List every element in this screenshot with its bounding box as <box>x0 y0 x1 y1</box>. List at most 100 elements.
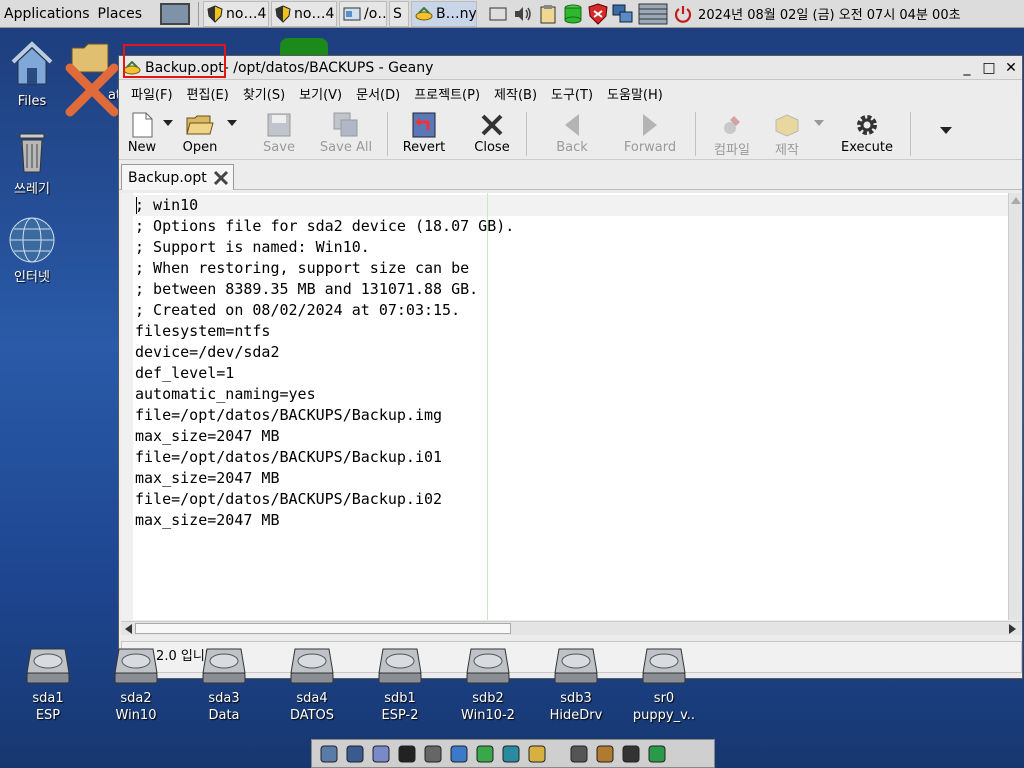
revert-button[interactable]: Revert <box>394 108 454 158</box>
forward-button[interactable]: Forward <box>611 108 689 158</box>
close-button[interactable]: Close <box>464 108 520 158</box>
drive-icon-sda2[interactable]: sda2 Win10 <box>96 645 176 724</box>
drive-volume-label: DATOS <box>289 708 335 723</box>
drive-volume-label: puppy_v.. <box>632 708 696 723</box>
scroll-up-icon[interactable] <box>1010 195 1022 205</box>
power-icon[interactable] <box>672 3 694 25</box>
hard-drive-icon <box>290 648 334 684</box>
drive-device-label: sdb2 <box>472 691 504 706</box>
refresh-icon[interactable] <box>646 743 668 765</box>
desktop-icon-internet[interactable]: 인터넷 <box>0 216 72 286</box>
clipboard-icon[interactable] <box>537 3 559 25</box>
build-dropdown-arrow[interactable] <box>812 108 826 138</box>
taskbar-item-label: no…4 <box>294 5 335 22</box>
execute-button[interactable]: Execute <box>834 108 900 158</box>
edit-icon[interactable] <box>526 743 548 765</box>
menu-file[interactable]: 파일(F) <box>125 84 181 103</box>
build-button[interactable]: 제작 <box>762 108 812 158</box>
chat-icon[interactable] <box>370 743 392 765</box>
spreadsheet-icon[interactable] <box>474 743 496 765</box>
applications-menu[interactable]: Applications <box>0 0 94 27</box>
drive-icon-sda4[interactable]: sda4 DATOS <box>272 645 352 724</box>
open-dropdown-arrow[interactable] <box>225 108 239 138</box>
toolbar-overflow-arrow[interactable] <box>939 108 953 152</box>
workspace-pager[interactable] <box>160 2 191 25</box>
drive-icon-sda3[interactable]: sda3 Data <box>184 645 264 724</box>
drive-icon-sdb3[interactable]: sdb3 HideDrv <box>536 645 616 724</box>
places-menu[interactable]: Places <box>94 0 147 27</box>
menu-project[interactable]: 프로젝트(P) <box>408 84 488 103</box>
save-all-button[interactable]: Save All <box>311 108 381 158</box>
taskbar-item-3[interactable]: /o… <box>339 0 388 27</box>
terminal-icon[interactable] <box>396 743 418 765</box>
save-button[interactable]: Save <box>247 108 311 158</box>
minimize-button[interactable]: _ <box>956 57 978 79</box>
scrollbar-thumb[interactable] <box>135 623 511 634</box>
tab-backup-opt[interactable]: Backup.opt <box>121 164 234 190</box>
editor-area[interactable]: ; win10 ; Options file for sda2 device (1… <box>121 193 1008 620</box>
horizontal-scrollbar[interactable] <box>121 621 1022 635</box>
drive-device-label: sdb1 <box>384 691 416 706</box>
code-text: ; win10 ; Options file for sda2 device (1… <box>135 195 514 531</box>
open-button[interactable]: Open <box>175 108 225 158</box>
taskbar-item-1[interactable]: no…4 <box>203 0 270 27</box>
taskbar-item-4[interactable]: S <box>389 0 410 27</box>
back-button[interactable]: Back <box>533 108 611 158</box>
firewall-icon[interactable] <box>587 2 609 25</box>
menu-document[interactable]: 문서(D) <box>350 84 408 103</box>
drive-icon[interactable] <box>562 3 584 25</box>
drive-icon-sda1[interactable]: sda1 ESP <box>8 645 88 724</box>
printer-icon[interactable] <box>422 743 444 765</box>
revert-icon <box>412 112 436 138</box>
drive-device-label: sda1 <box>32 691 64 706</box>
taskbar-item-2[interactable]: no…4 <box>271 0 338 27</box>
clock[interactable]: 2024년 08월 02일 (금) 오전 07시 04분 00초 <box>698 4 961 23</box>
maximize-button[interactable]: □ <box>978 57 1000 79</box>
taskbar-item-geany[interactable]: B…ny <box>411 0 478 27</box>
scroll-right-icon[interactable] <box>1008 623 1018 635</box>
drive-device-label: sr0 <box>653 691 675 706</box>
close-tab-icon[interactable] <box>213 170 229 186</box>
screen-icon[interactable] <box>487 3 509 25</box>
network-icon[interactable] <box>612 3 634 25</box>
menu-view[interactable]: 보기(V) <box>293 84 350 103</box>
menu-search[interactable]: 찾기(S) <box>237 84 293 103</box>
menu-help[interactable]: 도움말(H) <box>601 84 671 103</box>
tools-icon[interactable] <box>568 743 590 765</box>
menu-build[interactable]: 제작(B) <box>488 84 545 103</box>
vertical-scrollbar[interactable] <box>1008 193 1022 620</box>
volume-icon[interactable] <box>512 3 534 25</box>
desktop-icon-trash[interactable]: 쓰레기 <box>0 126 72 198</box>
taskbar-item-label: no…4 <box>226 5 267 22</box>
paint-icon[interactable] <box>500 743 522 765</box>
window-titlebar[interactable]: Backup.opt - /opt/datos/BACKUPS - Geany … <box>119 43 1022 80</box>
code-line: automatic_naming=yes <box>135 385 316 403</box>
globe-icon[interactable] <box>344 743 366 765</box>
drive-icon-sdb1[interactable]: sdb1 ESP-2 <box>360 645 440 724</box>
drive-volume-label: Win10 <box>115 708 157 723</box>
compile-button[interactable]: 컴파일 <box>702 108 762 158</box>
new-dropdown-arrow[interactable] <box>161 108 175 138</box>
scroll-left-icon[interactable] <box>123 623 133 635</box>
drive-volume-label: Data <box>208 708 240 723</box>
new-button[interactable]: New <box>123 108 161 158</box>
puzzle-icon[interactable] <box>620 743 642 765</box>
blinds-icon[interactable] <box>637 3 669 25</box>
close-window-button[interactable]: ✕ <box>1000 57 1022 79</box>
desktop-icon-label: 쓰레기 <box>14 182 50 197</box>
drive-icon-sdb2[interactable]: sdb2 Win10-2 <box>448 645 528 724</box>
desktop-icon-partial-green[interactable] <box>280 38 328 56</box>
desktop-icon-folder-partial[interactable]: ato <box>62 40 129 117</box>
arrow-right-icon <box>643 114 657 136</box>
code-line: file=/opt/datos/BACKUPS/Backup.i02 <box>135 490 443 508</box>
drive-volume-label: HideDrv <box>549 708 603 723</box>
package-icon[interactable] <box>594 743 616 765</box>
menu-edit[interactable]: 편집(E) <box>181 84 237 103</box>
window-title-path: - /opt/datos/BACKUPS - Geany <box>223 59 434 76</box>
bottom-dock <box>311 739 715 768</box>
document-icon[interactable] <box>448 743 470 765</box>
text-caret <box>136 197 137 214</box>
menu-tools[interactable]: 도구(T) <box>545 84 601 103</box>
home-icon[interactable] <box>318 743 340 765</box>
drive-icon-sr0[interactable]: sr0 puppy_v.. <box>624 645 704 724</box>
